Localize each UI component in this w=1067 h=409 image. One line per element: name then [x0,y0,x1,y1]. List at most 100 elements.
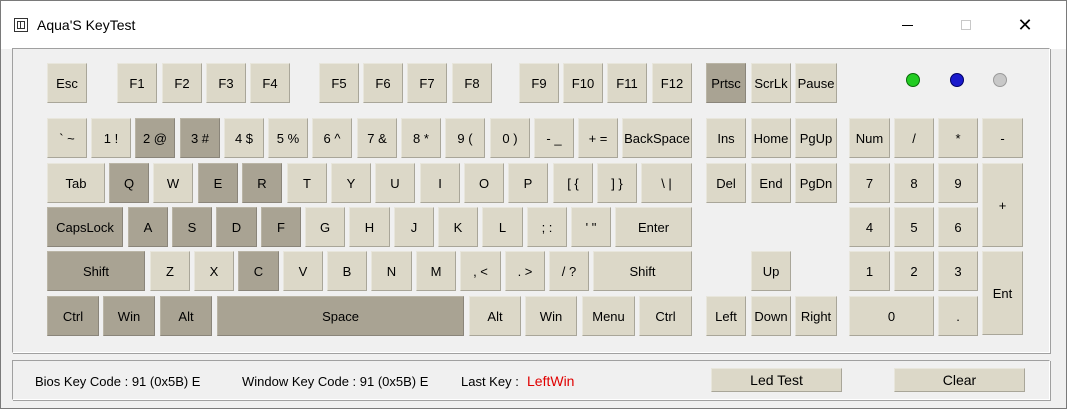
key-rshift[interactable]: Shift [593,251,692,291]
key-right[interactable]: Right [795,296,837,336]
led-test-button[interactable]: Led Test [711,368,842,392]
key-d7[interactable]: 7 & [357,118,397,158]
key-left[interactable]: Left [706,296,746,336]
minimize-button[interactable] [884,5,930,45]
key-tab[interactable]: Tab [47,163,105,203]
key-semicolon[interactable]: ; : [527,207,567,247]
clear-button[interactable]: Clear [894,368,1025,392]
key-np4[interactable]: 4 [849,207,890,247]
key-lwin[interactable]: Win [103,296,155,336]
key-ralt[interactable]: Alt [469,296,521,336]
key-f3[interactable]: F3 [206,63,246,103]
key-c[interactable]: C [238,251,279,291]
key-del[interactable]: Del [706,163,746,203]
key-down[interactable]: Down [751,296,791,336]
key-np5[interactable]: 5 [894,207,934,247]
key-num[interactable]: Num [849,118,890,158]
key-d1[interactable]: 1 ! [91,118,131,158]
key-r[interactable]: R [242,163,282,203]
key-u[interactable]: U [375,163,415,203]
key-d9[interactable]: 9 ( [445,118,485,158]
key-f7[interactable]: F7 [407,63,447,103]
key-np2[interactable]: 2 [894,251,934,291]
close-button[interactable]: ✕ [1002,5,1048,45]
key-e[interactable]: E [198,163,238,203]
key-f[interactable]: F [261,207,301,247]
key-q[interactable]: Q [109,163,149,203]
maximize-button[interactable] [943,5,989,45]
key-f6[interactable]: F6 [363,63,403,103]
key-np-dot[interactable]: . [938,296,978,336]
key-np-enter[interactable]: Ent [982,251,1023,335]
key-backslash[interactable]: \ | [641,163,692,203]
key-np7[interactable]: 7 [849,163,890,203]
key-g[interactable]: G [305,207,345,247]
key-np6[interactable]: 6 [938,207,978,247]
key-f8[interactable]: F8 [452,63,492,103]
key-f10[interactable]: F10 [563,63,603,103]
key-pgup[interactable]: PgUp [795,118,837,158]
key-d0[interactable]: 0 ) [490,118,530,158]
key-n[interactable]: N [371,251,412,291]
key-p[interactable]: P [508,163,548,203]
key-d5[interactable]: 5 % [268,118,308,158]
key-np9[interactable]: 9 [938,163,978,203]
key-np0[interactable]: 0 [849,296,934,336]
key-rbracket[interactable]: ] } [597,163,637,203]
key-scrlk[interactable]: ScrLk [751,63,791,103]
key-f2[interactable]: F2 [162,63,202,103]
key-up[interactable]: Up [751,251,791,291]
key-rwin[interactable]: Win [525,296,577,336]
key-quote[interactable]: ' " [571,207,611,247]
key-backspace[interactable]: BackSpace [622,118,692,158]
key-np8[interactable]: 8 [894,163,934,203]
key-m[interactable]: M [416,251,456,291]
key-np3[interactable]: 3 [938,251,978,291]
key-a[interactable]: A [128,207,168,247]
key-f1[interactable]: F1 [117,63,157,103]
key-f5[interactable]: F5 [319,63,359,103]
key-lshift[interactable]: Shift [47,251,145,291]
key-f11[interactable]: F11 [607,63,647,103]
key-pause[interactable]: Pause [795,63,837,103]
title-bar[interactable]: Aqua'S KeyTest ✕ [1,1,1066,49]
key-d2[interactable]: 2 @ [135,118,175,158]
key-d4[interactable]: 4 $ [224,118,264,158]
key-v[interactable]: V [283,251,323,291]
key-k[interactable]: K [438,207,478,247]
key-d8[interactable]: 8 * [401,118,441,158]
key-np1[interactable]: 1 [849,251,890,291]
key-minus[interactable]: - _ [534,118,574,158]
key-lbracket[interactable]: [ { [553,163,593,203]
key-np-slash[interactable]: / [894,118,934,158]
key-d3[interactable]: 3 # [180,118,220,158]
key-np-minus[interactable]: - [982,118,1023,158]
key-y[interactable]: Y [331,163,371,203]
key-period[interactable]: . > [505,251,545,291]
key-prtsc[interactable]: Prtsc [706,63,746,103]
key-slash[interactable]: / ? [549,251,589,291]
key-lctrl[interactable]: Ctrl [47,296,99,336]
key-h[interactable]: H [349,207,390,247]
key-home[interactable]: Home [751,118,791,158]
key-enter[interactable]: Enter [615,207,692,247]
key-x[interactable]: X [194,251,234,291]
key-i[interactable]: I [420,163,460,203]
key-comma[interactable]: , < [460,251,501,291]
key-equals[interactable]: + = [578,118,618,158]
key-b[interactable]: B [327,251,367,291]
key-np-star[interactable]: * [938,118,978,158]
key-s[interactable]: S [172,207,212,247]
key-rctrl[interactable]: Ctrl [639,296,692,336]
key-f4[interactable]: F4 [250,63,290,103]
key-j[interactable]: J [394,207,434,247]
key-f9[interactable]: F9 [519,63,559,103]
key-z[interactable]: Z [150,251,190,291]
key-lalt[interactable]: Alt [160,296,212,336]
key-backtick[interactable]: ` ~ [47,118,87,158]
key-pgdn[interactable]: PgDn [795,163,837,203]
key-d[interactable]: D [216,207,257,247]
key-l[interactable]: L [482,207,523,247]
key-ins[interactable]: Ins [706,118,746,158]
key-w[interactable]: W [153,163,193,203]
